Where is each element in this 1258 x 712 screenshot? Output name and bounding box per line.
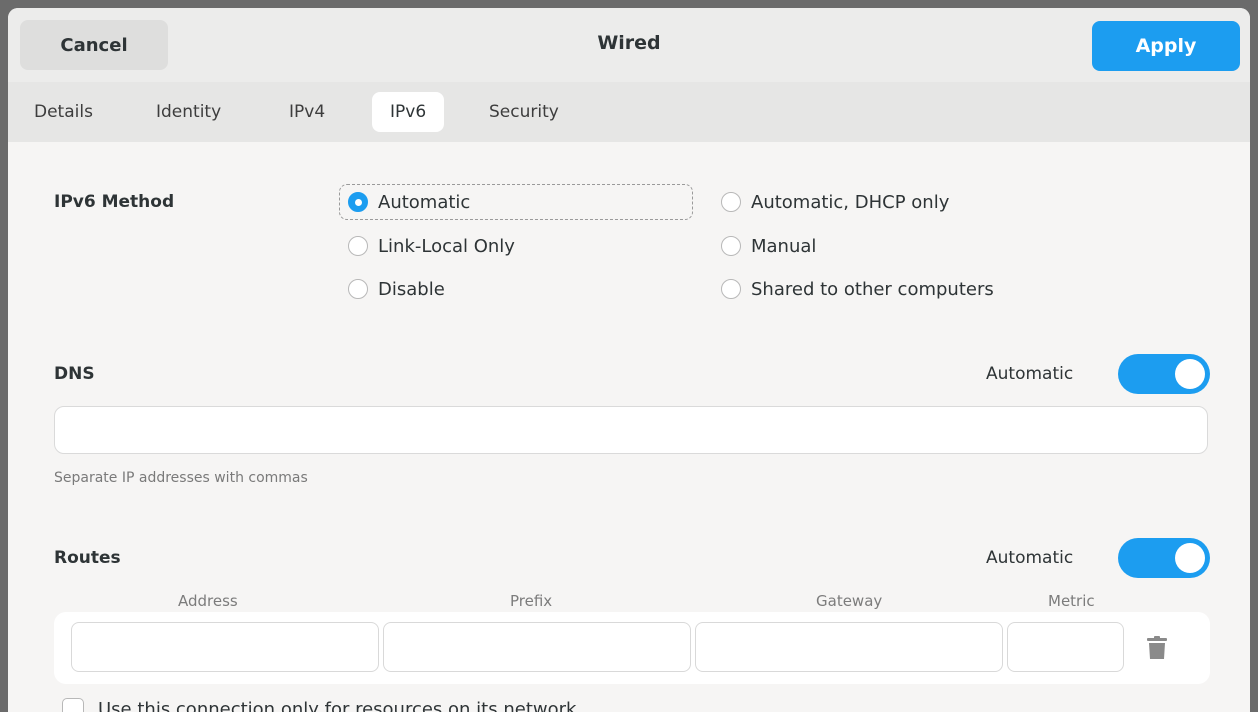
radio-button-icon	[348, 279, 368, 299]
radio-automatic[interactable]: Automatic	[339, 184, 693, 220]
routes-label: Routes	[54, 548, 121, 568]
tab-ipv4[interactable]: IPv4	[271, 92, 343, 132]
column-header-gateway: Gateway	[816, 592, 883, 610]
dialog-title: Wired	[597, 32, 661, 54]
route-gateway-field[interactable]	[695, 622, 1003, 672]
tab-ipv6[interactable]: IPv6	[372, 92, 445, 132]
ipv6-page: IPv6 Method Automatic Automatic, DHCP on…	[8, 142, 1250, 712]
dns-automatic-label: Automatic	[986, 364, 1074, 384]
column-header-metric: Metric	[1048, 592, 1095, 610]
route-row	[54, 612, 1210, 684]
switch-knob	[1175, 359, 1205, 389]
radio-disable[interactable]: Disable	[348, 272, 445, 306]
radio-button-icon	[721, 279, 741, 299]
ipv6-method-label: IPv6 Method	[54, 192, 175, 212]
radio-label: Automatic	[378, 191, 471, 213]
radio-button-icon	[348, 192, 368, 212]
route-metric-field[interactable]	[1007, 622, 1124, 672]
radio-link-local-only[interactable]: Link-Local Only	[348, 229, 515, 263]
tab-security[interactable]: Security	[471, 92, 577, 132]
header-bar: Cancel Wired Apply	[8, 8, 1250, 82]
only-local-resources-option[interactable]: Use this connection only for resources o…	[62, 698, 576, 712]
radio-button-icon	[721, 192, 741, 212]
radio-label: Disable	[378, 278, 445, 300]
tab-details[interactable]: Details	[16, 92, 111, 132]
radio-button-icon	[721, 236, 741, 256]
connection-dialog: Cancel Wired Apply Details Identity IPv4…	[8, 8, 1250, 712]
radio-label: Automatic, DHCP only	[751, 191, 950, 213]
apply-button[interactable]: Apply	[1092, 21, 1240, 71]
dns-hint: Separate IP addresses with commas	[54, 470, 308, 486]
dns-label: DNS	[54, 364, 95, 384]
tab-identity[interactable]: Identity	[138, 92, 239, 132]
column-header-prefix: Prefix	[510, 592, 553, 610]
dns-automatic-switch[interactable]	[1118, 354, 1210, 394]
routes-automatic-switch[interactable]	[1118, 538, 1210, 578]
only-local-resources-label: Use this connection only for resources o…	[98, 698, 577, 712]
radio-label: Manual	[751, 235, 817, 257]
radio-manual[interactable]: Manual	[721, 229, 816, 263]
tab-bar: Details Identity IPv4 IPv6 Security	[8, 82, 1250, 142]
dns-input[interactable]	[54, 406, 1208, 454]
route-address-field[interactable]	[71, 622, 379, 672]
radio-automatic-dhcp-only[interactable]: Automatic, DHCP only	[721, 185, 949, 219]
routes-automatic-label: Automatic	[986, 548, 1074, 568]
radio-label: Link-Local Only	[378, 235, 515, 257]
radio-button-icon	[348, 236, 368, 256]
radio-shared-to-other-computers[interactable]: Shared to other computers	[721, 272, 994, 306]
switch-knob	[1175, 543, 1205, 573]
only-local-resources-checkbox[interactable]	[62, 698, 84, 712]
column-header-address: Address	[178, 592, 238, 610]
trash-icon[interactable]	[1146, 636, 1168, 660]
route-prefix-field[interactable]	[383, 622, 691, 672]
radio-label: Shared to other computers	[751, 278, 994, 300]
